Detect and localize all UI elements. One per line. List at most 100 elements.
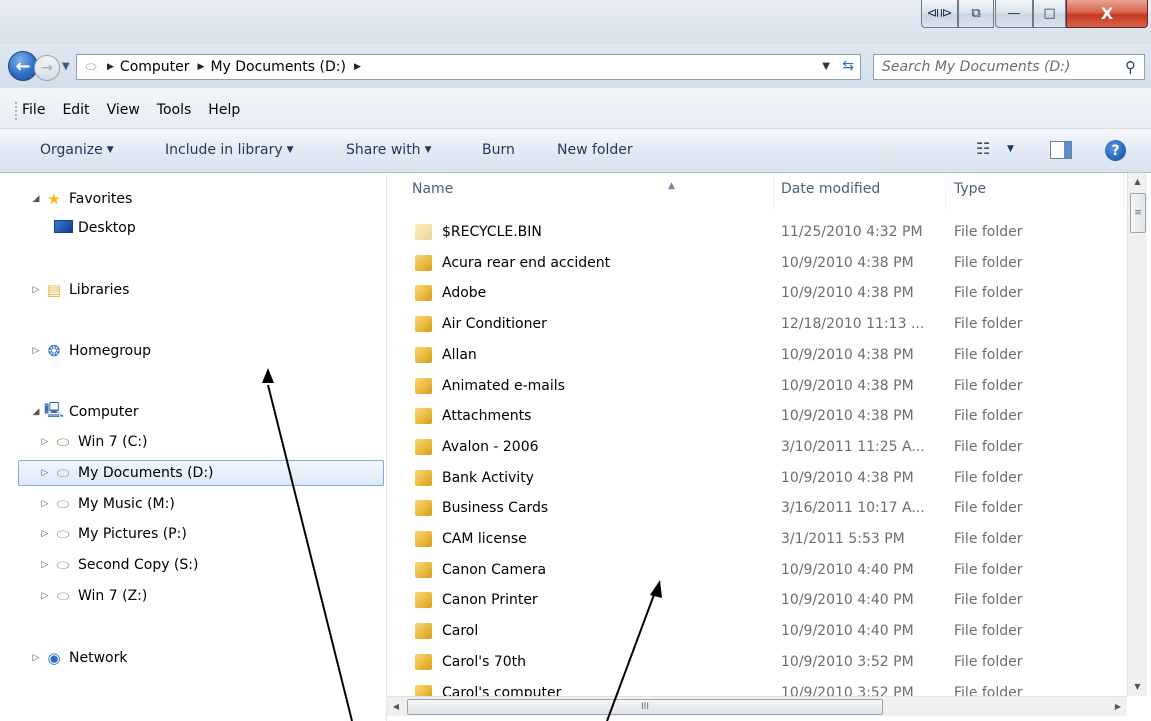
table-row[interactable]: Avalon - 2006 3/10/2011 11:25 A... File fo… — [387, 433, 1127, 464]
vertical-scrollbar[interactable]: ▲ ≡ ▼ — [1127, 173, 1147, 696]
menu-file[interactable]: File — [22, 102, 45, 118]
file-type: File folder — [954, 653, 1023, 670]
expand-icon[interactable]: ▷ — [38, 437, 52, 447]
address-bar[interactable]: ⬭ ▶ Computer ▶ My Documents (D:) ▶ ▼ ⇆ — [76, 54, 861, 80]
search-input[interactable] — [874, 59, 1110, 75]
split-view-button[interactable]: ⧏⧐ — [921, 0, 958, 28]
table-row[interactable]: Carol's computer 10/9/2010 3:52 PM File fo… — [387, 679, 1127, 696]
nav-favorites[interactable]: ◢ ★ Favorites — [29, 186, 133, 212]
table-row[interactable]: Attachments 10/9/2010 4:38 PM File folder — [387, 402, 1127, 433]
table-row[interactable]: Adobe 10/9/2010 4:38 PM File folder — [387, 279, 1127, 310]
table-row[interactable]: Acura rear end accident 10/9/2010 4:38 PM… — [387, 249, 1127, 280]
file-type: File folder — [954, 561, 1023, 578]
help-icon[interactable]: ? — [1105, 140, 1126, 161]
forward-arrow-icon: → — [41, 60, 53, 76]
chevron-right-icon[interactable]: ▶ — [198, 62, 205, 72]
new-folder-button[interactable]: New folder — [557, 142, 633, 158]
column-header-name[interactable]: Name — [412, 181, 453, 197]
file-list: ▲ Name Date modified Type $RECYCLE.BIN 11… — [387, 173, 1127, 696]
table-row[interactable]: Carol's 70th 10/9/2010 3:52 PM File folder — [387, 648, 1127, 679]
nav-drive-m[interactable]: ▷ ⬭ My Music (M:) — [38, 491, 175, 517]
file-date-modified: 10/9/2010 4:40 PM — [781, 592, 914, 609]
snap-button[interactable]: ⧉ — [958, 0, 994, 28]
drive-icon: ⬭ — [56, 587, 70, 605]
menu-bar: File Edit View Tools Help — [0, 88, 1151, 129]
horizontal-scrollbar[interactable]: ◀ III ▶ — [387, 696, 1127, 716]
table-row[interactable]: Animated e-mails 10/9/2010 4:38 PM File fo… — [387, 372, 1127, 403]
nav-homegroup[interactable]: ▷ ❂ Homegroup — [29, 338, 151, 364]
file-type: File folder — [954, 438, 1023, 455]
menu-tools[interactable]: Tools — [157, 102, 192, 118]
chevron-right-icon[interactable]: ▶ — [107, 62, 114, 72]
menu-view[interactable]: View — [107, 102, 140, 118]
minimize-button[interactable]: — — [995, 0, 1033, 28]
forward-button[interactable]: → — [34, 55, 60, 81]
expand-icon[interactable]: ▷ — [29, 653, 43, 663]
nav-drive-d[interactable]: ▷ ⬭ My Documents (D:) — [18, 460, 384, 486]
include-in-library-button[interactable]: Include in library ▼ — [165, 142, 294, 158]
share-with-button[interactable]: Share with ▼ — [346, 142, 431, 158]
nav-computer[interactable]: ◢ 🖳 Computer — [29, 399, 139, 425]
expand-icon[interactable]: ▷ — [38, 499, 52, 509]
column-header-type[interactable]: Type — [954, 181, 986, 197]
table-row[interactable]: Carol 10/9/2010 4:40 PM File folder — [387, 617, 1127, 648]
expand-icon[interactable]: ◢ — [29, 194, 43, 204]
search-icon[interactable]: ⚲ — [1125, 58, 1136, 76]
nav-libraries[interactable]: ▷ ▤ Libraries — [29, 277, 130, 303]
maximize-button[interactable]: □ — [1033, 0, 1066, 28]
scroll-left-icon[interactable]: ◀ — [387, 697, 405, 717]
nav-drive-p[interactable]: ▷ ⬭ My Pictures (P:) — [38, 521, 187, 547]
chevron-down-icon: ▼ — [424, 145, 432, 155]
burn-button[interactable]: Burn — [482, 142, 515, 158]
organize-button[interactable]: Organize ▼ — [40, 142, 114, 158]
nav-drive-z[interactable]: ▷ ⬭ Win 7 (Z:) — [38, 583, 148, 609]
expand-icon[interactable]: ▷ — [38, 468, 52, 478]
preview-pane-icon[interactable] — [1050, 141, 1072, 159]
expand-icon[interactable]: ▷ — [29, 285, 43, 295]
folder-icon — [415, 653, 432, 670]
expand-icon[interactable]: ▷ — [38, 560, 52, 570]
breadcrumb-computer[interactable]: Computer — [120, 59, 190, 75]
vertical-scroll-thumb[interactable]: ≡ — [1130, 193, 1146, 233]
view-options-dropdown[interactable]: ▼ — [1007, 144, 1014, 154]
table-row[interactable]: $RECYCLE.BIN 11/25/2010 4:32 PM File folde… — [387, 218, 1127, 249]
column-header-date[interactable]: Date modified — [781, 181, 880, 197]
search-box[interactable]: ⚲ — [873, 54, 1145, 80]
change-view-icon[interactable]: ☷ — [976, 139, 990, 158]
file-date-modified: 10/9/2010 3:52 PM — [781, 653, 914, 670]
chevron-right-icon[interactable]: ▶ — [354, 62, 361, 72]
nav-network[interactable]: ▷ ◉ Network — [29, 645, 128, 671]
table-row[interactable]: Business Cards 3/16/2011 10:17 A... File f… — [387, 494, 1127, 525]
drive-icon: ⬭ — [85, 59, 97, 75]
menu-help[interactable]: Help — [208, 102, 240, 118]
drive-icon: ⬭ — [56, 556, 70, 574]
refresh-icon[interactable]: ⇆ — [842, 58, 854, 74]
nav-drive-c[interactable]: ▷ ⬭ Win 7 (C:) — [38, 429, 148, 455]
column-divider[interactable] — [773, 173, 774, 209]
table-row[interactable]: Allan 10/9/2010 4:38 PM File folder — [387, 341, 1127, 372]
file-type: File folder — [954, 623, 1023, 640]
recent-pages-dropdown[interactable]: ▼ — [62, 61, 74, 73]
address-dropdown-icon[interactable]: ▼ — [822, 61, 830, 72]
scroll-up-icon[interactable]: ▲ — [1128, 173, 1147, 191]
table-row[interactable]: Canon Printer 10/9/2010 4:40 PM File folde… — [387, 586, 1127, 617]
menu-edit[interactable]: Edit — [62, 102, 89, 118]
table-row[interactable]: Air Conditioner 12/18/2010 11:13 ... File … — [387, 310, 1127, 341]
table-row[interactable]: Bank Activity 10/9/2010 4:38 PM File folde… — [387, 464, 1127, 495]
file-name: Air Conditioner — [442, 316, 547, 333]
column-divider[interactable] — [1123, 173, 1124, 209]
table-row[interactable]: CAM license 3/1/2011 5:53 PM File folder — [387, 525, 1127, 556]
expand-icon[interactable]: ◢ — [29, 407, 43, 417]
expand-icon[interactable]: ▷ — [38, 529, 52, 539]
column-divider[interactable] — [945, 173, 946, 209]
scroll-right-icon[interactable]: ▶ — [1109, 697, 1127, 717]
expand-icon[interactable]: ▷ — [29, 346, 43, 356]
nav-desktop[interactable]: Desktop — [52, 215, 136, 241]
scroll-down-icon[interactable]: ▼ — [1128, 678, 1147, 696]
horizontal-scroll-thumb[interactable]: III — [407, 699, 883, 715]
expand-icon[interactable]: ▷ — [38, 591, 52, 601]
table-row[interactable]: Canon Camera 10/9/2010 4:40 PM File folder — [387, 556, 1127, 587]
breadcrumb-my-documents[interactable]: My Documents (D:) — [210, 59, 346, 75]
close-button[interactable]: X — [1066, 0, 1148, 28]
nav-drive-s[interactable]: ▷ ⬭ Second Copy (S:) — [38, 552, 199, 578]
